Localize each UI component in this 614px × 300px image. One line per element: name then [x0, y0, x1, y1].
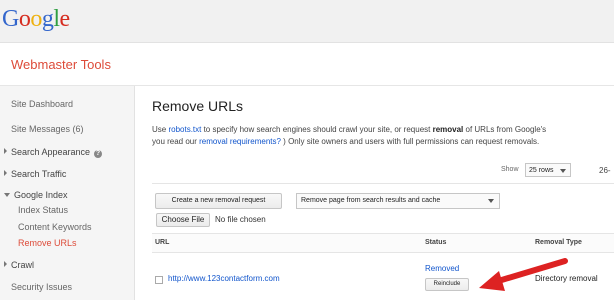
- sidebar-item-security-issues[interactable]: Security Issues: [11, 282, 72, 292]
- sidebar-item-search-traffic[interactable]: Search Traffic: [4, 169, 66, 179]
- sidebar-item-crawl[interactable]: Crawl: [4, 260, 34, 270]
- robots-txt-link[interactable]: robots.txt: [168, 125, 201, 134]
- column-header-url[interactable]: URL: [155, 239, 169, 246]
- pagination-text: 26-: [599, 166, 611, 175]
- reinclude-button[interactable]: Reinclude: [425, 278, 469, 291]
- choose-file-button[interactable]: Choose File: [156, 213, 210, 227]
- top-bar: Google: [0, 0, 614, 43]
- rows-per-page-select[interactable]: 25 rows: [525, 163, 571, 177]
- sidebar-item-content-keywords[interactable]: Content Keywords: [18, 222, 92, 232]
- sidebar-item-search-appearance[interactable]: Search Appearance?: [4, 147, 103, 158]
- sidebar-item-label: Search Traffic: [11, 169, 67, 179]
- sidebar-item-label: Remove URLs: [18, 238, 77, 248]
- sidebar-item-label: Crawl: [11, 260, 35, 270]
- page-title: Remove URLs: [152, 98, 244, 114]
- sidebar-item-site-dashboard[interactable]: Site Dashboard: [11, 99, 73, 109]
- chevron-down-icon: [560, 169, 566, 173]
- divider: [152, 183, 614, 184]
- create-removal-request-button[interactable]: Create a new removal request: [155, 193, 282, 209]
- column-header-removal-type[interactable]: Removal Type: [535, 239, 582, 246]
- url-link[interactable]: http://www.123contactform.com: [168, 274, 280, 283]
- product-title[interactable]: Webmaster Tools: [11, 57, 111, 72]
- sidebar-item-index-status[interactable]: Index Status: [18, 205, 68, 215]
- table-header: URL Status Removal Type: [152, 233, 614, 253]
- column-header-status[interactable]: Status: [425, 239, 446, 246]
- no-file-text: No file chosen: [215, 215, 266, 224]
- sidebar-item-label: Site Messages (6): [11, 124, 84, 134]
- expand-arrow-icon: [4, 148, 7, 154]
- page-description: Use robots.txt to specify how search eng…: [152, 125, 547, 146]
- sidebar-item-label: Site Dashboard: [11, 99, 74, 109]
- sidebar-item-label: Search Appearance: [11, 147, 91, 157]
- show-label: Show: [501, 166, 519, 173]
- sidebar-item-label: Content Keywords: [18, 222, 92, 232]
- product-bar: Webmaster Tools: [0, 43, 614, 86]
- removal-requirements-link[interactable]: removal requirements?: [199, 137, 281, 146]
- red-arrow-annotation: [479, 258, 568, 291]
- row-checkbox[interactable]: [155, 276, 163, 284]
- sidebar-item-site-messages[interactable]: Site Messages (6): [11, 124, 84, 134]
- main-content: Remove URLs Use robots.txt to specify ho…: [135, 86, 614, 300]
- sidebar-item-label: Index Status: [18, 205, 69, 215]
- sidebar-item-label: Security Issues: [11, 282, 73, 292]
- expand-arrow-icon: [4, 261, 7, 267]
- sidebar: Site Dashboard Site Messages (6) Search …: [0, 86, 135, 300]
- sidebar-item-remove-urls[interactable]: Remove URLs: [18, 238, 77, 248]
- status-removed-link[interactable]: Removed: [425, 264, 459, 273]
- sidebar-item-label: Google Index: [14, 190, 68, 200]
- removal-reason-select[interactable]: Remove page from search results and cach…: [296, 193, 500, 209]
- expand-arrow-icon: [4, 170, 7, 176]
- chevron-down-icon: [488, 199, 494, 203]
- google-logo[interactable]: Google: [2, 6, 70, 33]
- sidebar-item-google-index[interactable]: Google Index: [4, 190, 68, 200]
- help-icon[interactable]: ?: [94, 150, 103, 158]
- collapse-arrow-icon: [4, 193, 10, 197]
